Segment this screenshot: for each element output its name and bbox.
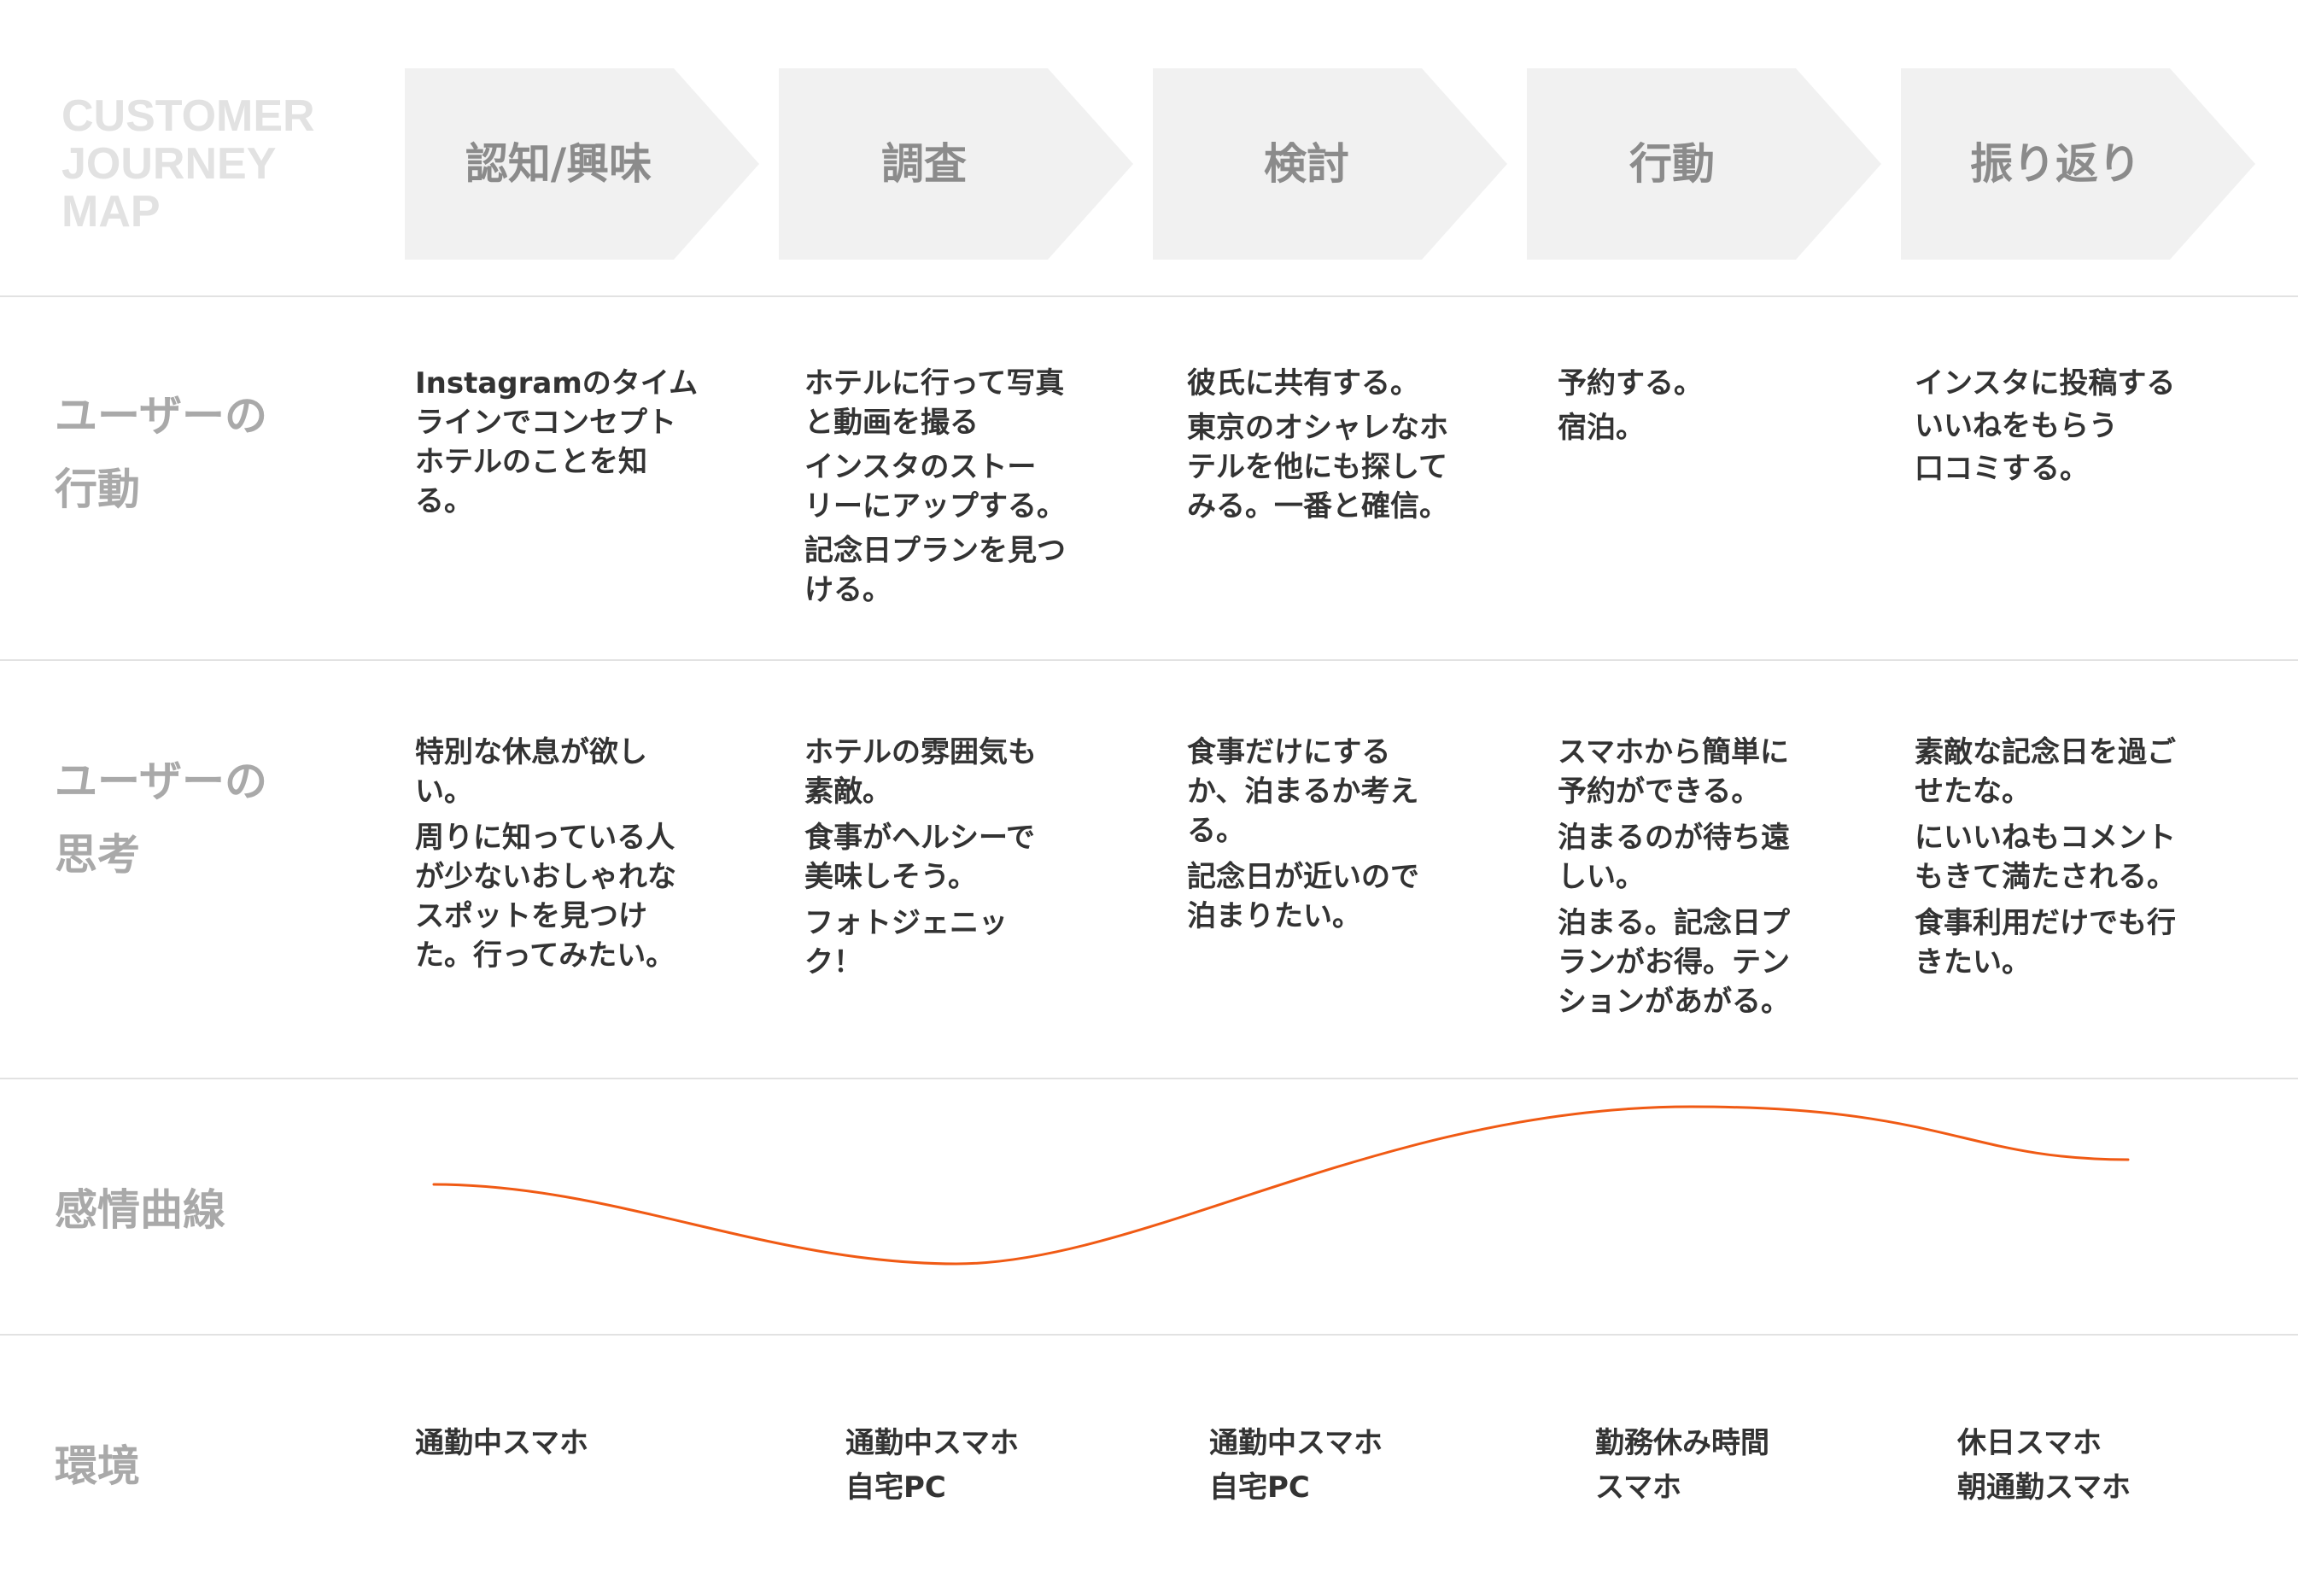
cell-paragraph: スマホ [1595, 1470, 1681, 1505]
cell-paragraph: 朝通勤スマホ [1957, 1470, 2131, 1505]
env-cell-awareness: 通勤中スマホ [415, 1421, 740, 1465]
emotion-curve [432, 1105, 2130, 1266]
env-cell-reflection: 休日スマホ 朝通勤スマホ [1957, 1421, 2282, 1510]
emotion-curve-line [432, 1105, 2130, 1266]
cell-paragraph: 自宅PC [845, 1470, 946, 1505]
cell-paragraph: 休日スマホ [1957, 1426, 2102, 1460]
env-cell-research: 通勤中スマホ 自宅PC [845, 1421, 1170, 1510]
cell-paragraph: 通勤中スマホ [415, 1426, 588, 1460]
cell-paragraph: 勤務休み時間 [1595, 1426, 1769, 1460]
env-cell-action: 勤務休み時間 スマホ [1595, 1421, 1920, 1510]
cell-paragraph: 自宅PC [1209, 1470, 1310, 1505]
cell-paragraph: 通勤中スマホ [1209, 1426, 1383, 1460]
row-label-environment: 環境 [55, 1441, 140, 1491]
env-cell-consideration: 通勤中スマホ 自宅PC [1209, 1421, 1534, 1510]
cell-paragraph: 通勤中スマホ [845, 1426, 1019, 1460]
